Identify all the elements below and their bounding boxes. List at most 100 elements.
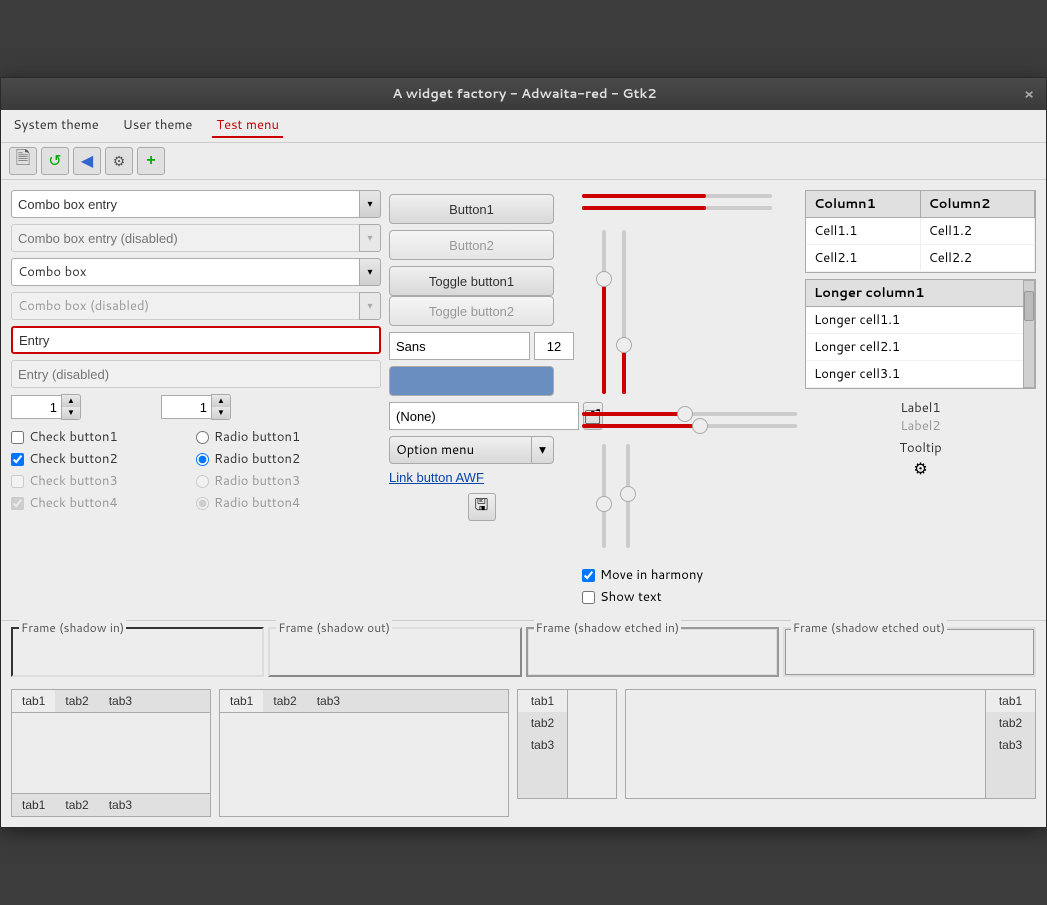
tab-widget-3: tab1 tab2 tab3 bbox=[517, 689, 617, 799]
top-tree-view[interactable]: Column1 Column2 Cell1.1 Cell1.2 Cell2.1 … bbox=[805, 190, 1036, 273]
show-text-row: Show text bbox=[582, 588, 797, 606]
font-entry[interactable] bbox=[389, 332, 530, 360]
move-harmony-checkbox[interactable] bbox=[582, 569, 595, 582]
button1[interactable]: Button1 bbox=[389, 194, 554, 224]
option-menu-arrow[interactable]: ▾ bbox=[532, 436, 554, 464]
combo-entry-input[interactable] bbox=[11, 190, 359, 218]
radio2-label: Radio button2 bbox=[214, 450, 300, 468]
add-icon: + bbox=[146, 152, 155, 170]
combo-box-disabled-value: Combo box (disabled) bbox=[18, 297, 149, 315]
tab-widget-1-tab2[interactable]: tab2 bbox=[55, 690, 98, 712]
spinner2-down[interactable]: ▼ bbox=[212, 407, 230, 419]
tab-widget-1-tab1[interactable]: tab1 bbox=[12, 690, 55, 712]
scrollbar-thumb[interactable] bbox=[1024, 291, 1034, 321]
tab-widget-3-tab1[interactable]: tab1 bbox=[518, 690, 567, 712]
entry-input[interactable] bbox=[11, 326, 381, 354]
settings-icon: ⚙ bbox=[113, 153, 126, 170]
radio1-row: Radio button1 bbox=[196, 428, 381, 446]
menu-system-theme[interactable]: System theme bbox=[9, 114, 103, 138]
tab-widget-4-tab3[interactable]: tab3 bbox=[986, 734, 1035, 756]
combo-entry-dropdown-btn[interactable]: ▾ bbox=[359, 190, 381, 218]
show-text-checkbox[interactable] bbox=[582, 591, 595, 604]
cell-1-2: Cell1.2 bbox=[921, 218, 1036, 244]
tab-widget-3-tab3[interactable]: tab3 bbox=[518, 734, 567, 756]
tab-widget-1-btab2[interactable]: tab2 bbox=[55, 794, 98, 816]
spinner1-up[interactable]: ▲ bbox=[62, 395, 80, 407]
tab-widget-3-tab2[interactable]: tab2 bbox=[518, 712, 567, 734]
tab-widget-2-tab1[interactable]: tab1 bbox=[220, 690, 263, 712]
tab-widget-4-tab2[interactable]: tab2 bbox=[986, 712, 1035, 734]
cell-2-1: Cell2.1 bbox=[806, 245, 921, 271]
tab-widget-2: tab1 tab2 tab3 bbox=[219, 689, 509, 817]
label1: Label1 bbox=[809, 399, 1032, 417]
tab-widget-1-btab3[interactable]: tab3 bbox=[99, 794, 142, 816]
toggle-button1[interactable]: Toggle button1 bbox=[389, 266, 554, 296]
toolbar-btn-add[interactable]: + bbox=[137, 147, 165, 175]
icon-small-button[interactable]: 🖫 bbox=[468, 493, 496, 521]
cell-1-1: Cell1.1 bbox=[806, 218, 921, 244]
check1-label: Check button1 bbox=[29, 428, 118, 446]
list-item[interactable]: Longer cell2.1 bbox=[806, 334, 1023, 361]
longer-tree-content[interactable]: Longer column1 Longer cell1.1 Longer cel… bbox=[806, 280, 1023, 388]
longer-tree-view: Longer column1 Longer cell1.1 Longer cel… bbox=[805, 279, 1036, 389]
toolbar-btn-back[interactable]: ◀ bbox=[73, 147, 101, 175]
longer-col-header: Longer column1 bbox=[806, 280, 1023, 307]
spinner2-btns: ▲ ▼ bbox=[211, 394, 231, 420]
check1-input[interactable] bbox=[11, 431, 24, 444]
combo-entry-disabled-input bbox=[11, 224, 359, 252]
tree-header: Column1 Column2 bbox=[806, 191, 1035, 218]
file-entry[interactable] bbox=[389, 402, 579, 430]
radio4-row: Radio button4 bbox=[196, 494, 381, 512]
combo-box-btn[interactable]: ▾ bbox=[359, 258, 381, 286]
tab-widget-1: tab1 tab2 tab3 tab1 tab2 tab3 bbox=[11, 689, 211, 817]
tab-widget-2-tab2[interactable]: tab2 bbox=[263, 690, 306, 712]
tab-widget-4-tab1[interactable]: tab1 bbox=[986, 690, 1035, 712]
frames-row: Frame (shadow in) Frame (shadow out) Fra… bbox=[1, 620, 1046, 683]
radio3-row: Radio button3 bbox=[196, 472, 381, 490]
toolbar-btn-document[interactable]: 🗎 bbox=[9, 147, 37, 175]
close-button[interactable]: × bbox=[1020, 84, 1038, 104]
frame-shadow-out-label: Frame (shadow out) bbox=[276, 619, 392, 636]
spinner1-down[interactable]: ▼ bbox=[62, 407, 80, 419]
list-item[interactable]: Longer cell3.1 bbox=[806, 361, 1023, 388]
toolbar-btn-refresh[interactable]: ↺ bbox=[41, 147, 69, 175]
check2-input[interactable] bbox=[11, 453, 24, 466]
font-size-input[interactable] bbox=[534, 332, 574, 360]
spinner2-up[interactable]: ▲ bbox=[212, 395, 230, 407]
check3-label: Check button3 bbox=[29, 472, 118, 490]
check2-row: Check button2 bbox=[11, 450, 196, 468]
tab-widget-1-tab3[interactable]: tab3 bbox=[99, 690, 142, 712]
radio1-input[interactable] bbox=[196, 431, 209, 444]
combo-box-value: Combo box bbox=[18, 263, 87, 281]
tree-scrollbar[interactable] bbox=[1023, 280, 1035, 388]
tab-widget-4-right-tabs: tab1 tab2 tab3 bbox=[985, 690, 1035, 798]
move-harmony-row: Move in harmony bbox=[582, 566, 797, 584]
tab-widget-2-content bbox=[220, 713, 508, 793]
toggle-button2: Toggle button2 bbox=[389, 296, 554, 326]
tab-widget-2-tab3[interactable]: tab3 bbox=[307, 690, 350, 712]
tab-widget-3-content bbox=[568, 690, 616, 798]
tab-widget-1-bottom-tabs: tab1 tab2 tab3 bbox=[12, 793, 210, 816]
color-button[interactable] bbox=[389, 366, 554, 396]
table-row[interactable]: Cell2.1 Cell2.2 bbox=[806, 245, 1035, 272]
list-item[interactable]: Longer cell1.1 bbox=[806, 307, 1023, 334]
radio2-input[interactable] bbox=[196, 453, 209, 466]
main-content: ▾ ▾ Combo box ▾ Combo box (disabled) ▾ bbox=[1, 180, 1046, 620]
spinner1: ▲ ▼ bbox=[11, 394, 81, 420]
menu-test-menu[interactable]: Test menu bbox=[212, 114, 283, 138]
table-row[interactable]: Cell1.1 Cell1.2 bbox=[806, 218, 1035, 245]
main-window: A widget factory - Adwaita-red - Gtk2 × … bbox=[0, 77, 1047, 828]
sliders-checkboxes: Move in harmony Show text bbox=[582, 566, 797, 606]
toolbar-btn-settings[interactable]: ⚙ bbox=[105, 147, 133, 175]
spinner2-input[interactable] bbox=[161, 395, 211, 419]
spinners-row: ▲ ▼ ▲ ▼ bbox=[11, 394, 381, 420]
menu-user-theme[interactable]: User theme bbox=[119, 114, 197, 138]
tab-widget-1-btab1[interactable]: tab1 bbox=[12, 794, 55, 816]
check4-input bbox=[11, 497, 24, 510]
spinner1-input[interactable] bbox=[11, 395, 61, 419]
link-button[interactable]: Link button AWF bbox=[389, 470, 484, 485]
col1-widgets: ▾ ▾ Combo box ▾ Combo box (disabled) ▾ bbox=[11, 190, 381, 610]
check4-row: Check button4 bbox=[11, 494, 196, 512]
frame-shadow-etched-out: Frame (shadow etched out) bbox=[783, 627, 1036, 677]
option-menu[interactable]: Option menu bbox=[389, 436, 532, 464]
